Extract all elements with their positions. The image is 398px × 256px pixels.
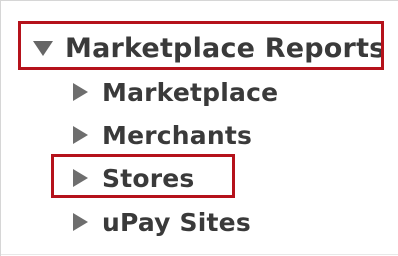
tree-node-marketplace[interactable]: Marketplace [73,74,278,110]
tree-node-upay-sites[interactable]: uPay Sites [73,204,251,240]
report-tree-panel: Marketplace Reports Marketplace Merchant… [0,0,398,256]
tree-node-label: Marketplace [102,77,279,107]
triangle-right-icon[interactable] [73,83,88,101]
tree-node-label: Merchants [102,120,253,150]
tree-node-marketplace-reports[interactable]: Marketplace Reports [33,28,385,68]
triangle-down-icon[interactable] [33,40,53,56]
divider [1,254,398,255]
tree-node-merchants[interactable]: Merchants [73,117,252,153]
tree-node-label: Stores [102,163,195,193]
tree-node-label: Marketplace Reports [65,32,386,64]
triangle-right-icon[interactable] [73,169,88,187]
triangle-right-icon[interactable] [73,126,88,144]
tree-node-stores[interactable]: Stores [73,160,195,196]
triangle-right-icon[interactable] [73,213,88,231]
tree-node-label: uPay Sites [102,207,251,237]
